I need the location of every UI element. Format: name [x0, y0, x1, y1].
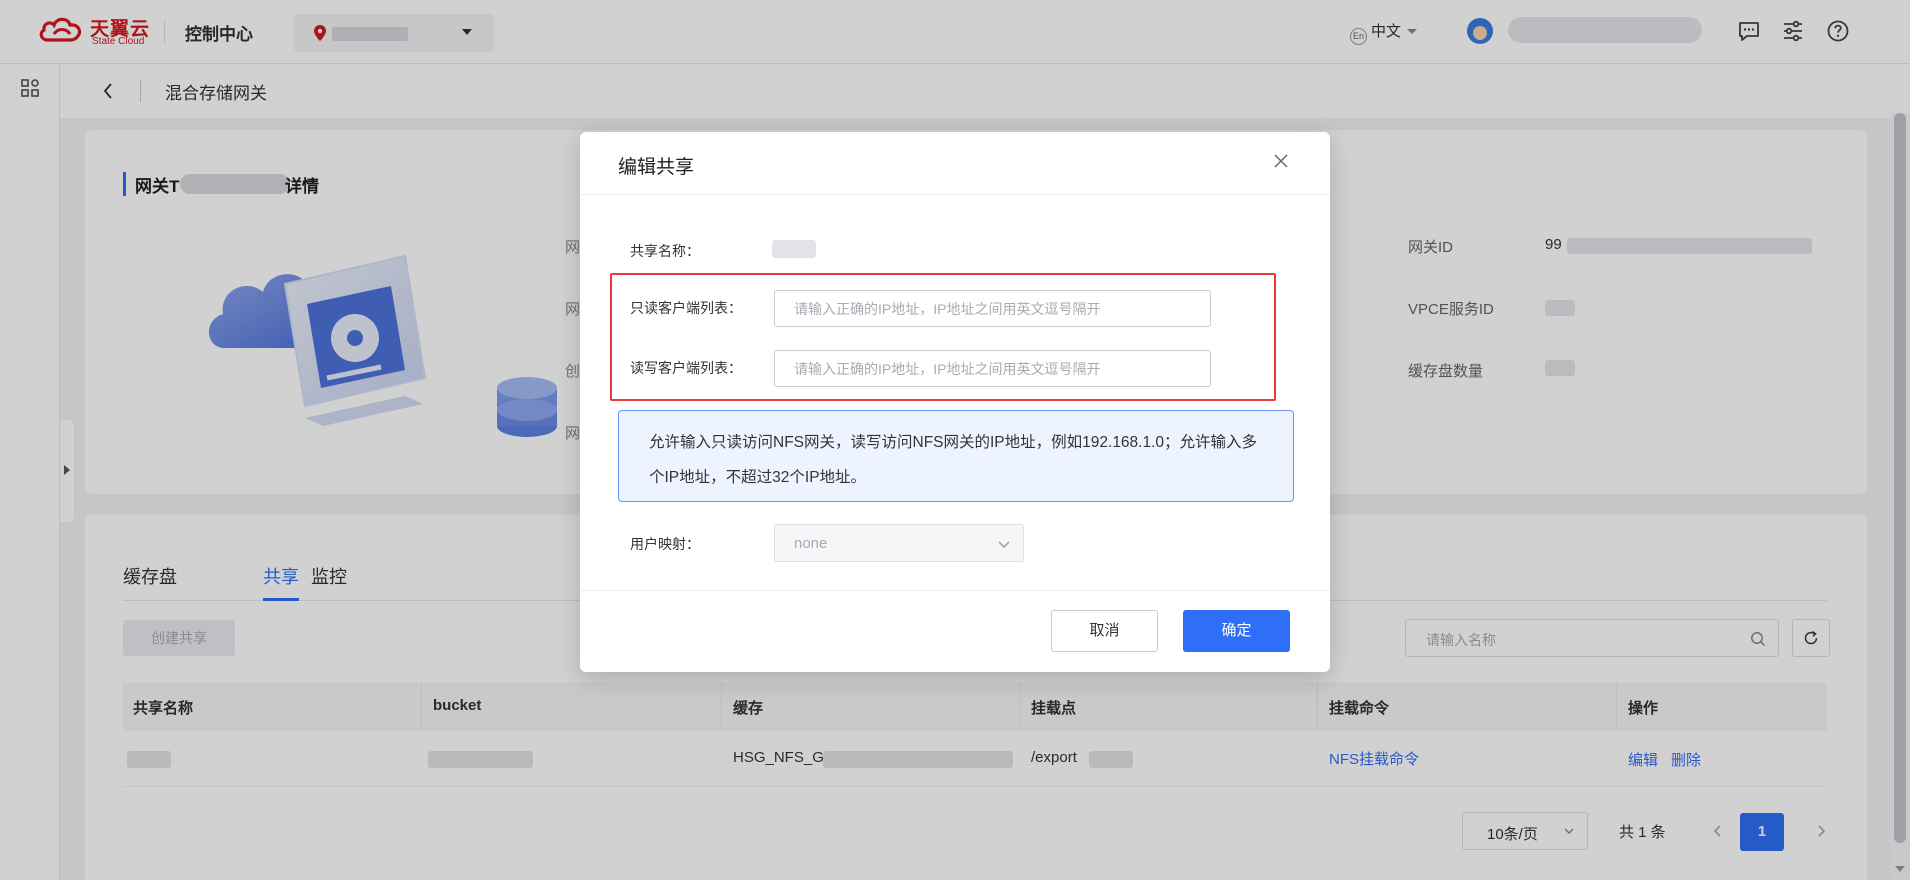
readonly-clients-label: 只读客户端列表：: [630, 300, 742, 316]
dialog-footer-divider: [580, 590, 1330, 591]
readwrite-clients-label: 读写客户端列表：: [630, 360, 742, 376]
close-icon[interactable]: [1274, 154, 1288, 168]
edit-share-dialog: 编辑共享 共享名称： 只读客户端列表： 读写客户端列表： 允许输入只读访问NFS…: [580, 132, 1330, 672]
dialog-header-divider: [580, 194, 1330, 195]
chevron-down-icon: [998, 541, 1010, 548]
ip-hint-text: 允许输入只读访问NFS网关，读写访问NFS网关的IP地址，例如192.168.1…: [649, 434, 1258, 486]
user-mapping-value: none: [794, 535, 828, 552]
dialog-title: 编辑共享: [618, 157, 695, 178]
readonly-clients-input[interactable]: [774, 290, 1211, 327]
ip-hint-alert: 允许输入只读访问NFS网关，读写访问NFS网关的IP地址，例如192.168.1…: [618, 410, 1294, 502]
confirm-button[interactable]: 确定: [1183, 610, 1290, 652]
share-name-value-redacted: [772, 240, 816, 258]
user-mapping-label: 用户映射：: [630, 536, 700, 552]
cancel-button[interactable]: 取消: [1051, 610, 1158, 652]
share-name-label: 共享名称：: [630, 243, 700, 259]
readwrite-clients-input[interactable]: [774, 350, 1211, 387]
user-mapping-select[interactable]: none: [774, 524, 1024, 562]
